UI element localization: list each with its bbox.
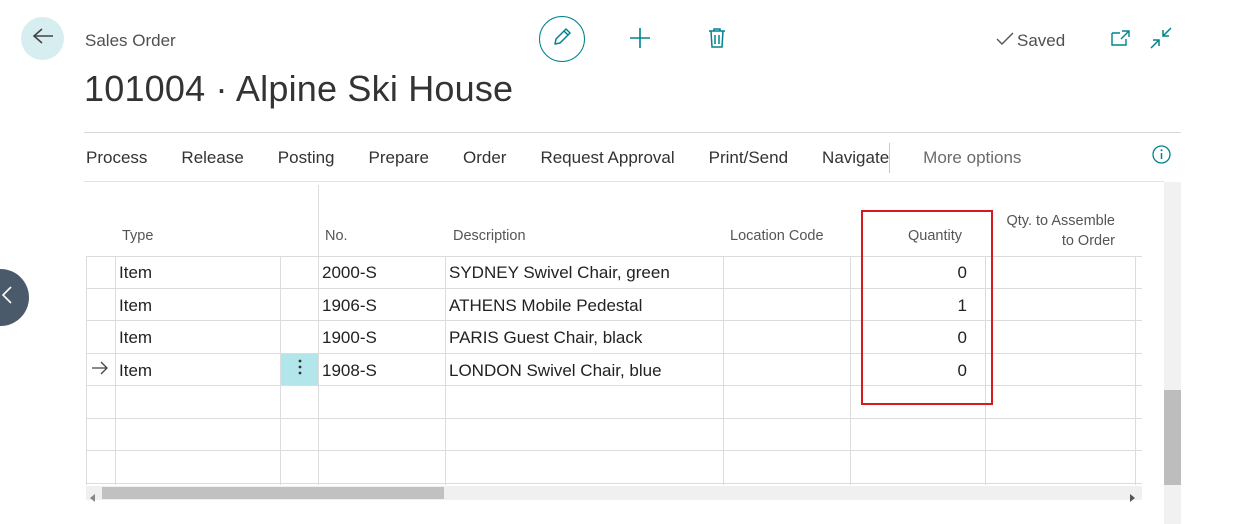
vertical-ellipsis-icon (297, 358, 303, 381)
column-header-type[interactable]: Type (122, 228, 153, 244)
column-header-qty-to-assemble[interactable]: Qty. to Assemble to Order (995, 211, 1115, 251)
column-header-description[interactable]: Description (453, 228, 526, 244)
row-no[interactable]: 2000-S (322, 263, 377, 283)
scroll-right-arrow-icon[interactable] (1130, 489, 1136, 507)
arrow-right-icon (91, 360, 109, 380)
column-header-qty-to-assemble-line2: to Order (1061, 233, 1115, 249)
grid-divider (318, 185, 319, 485)
vertical-scrollbar-thumb[interactable] (1164, 390, 1181, 485)
column-header-qty-to-assemble-line1: Qty. to Assemble (1006, 213, 1115, 229)
row-no[interactable]: 1908-S (322, 361, 377, 381)
row-description[interactable]: SYDNEY Swivel Chair, green (449, 263, 670, 283)
grid-row-divider (86, 418, 1142, 419)
row-type[interactable]: Item (119, 296, 152, 316)
row-no[interactable]: 1900-S (322, 328, 377, 348)
row-no[interactable]: 1906-S (322, 296, 377, 316)
row-description[interactable]: LONDON Swivel Chair, blue (449, 361, 662, 381)
horizontal-scrollbar-thumb[interactable] (102, 487, 444, 499)
sales-lines-grid: Type No. Description Location Code Quant… (0, 0, 1238, 524)
row-actions-button[interactable] (281, 354, 318, 385)
scroll-left-arrow-icon[interactable] (90, 489, 96, 507)
quantity-highlight-box (861, 210, 993, 405)
row-description[interactable]: ATHENS Mobile Pedestal (449, 296, 642, 316)
row-type[interactable]: Item (119, 328, 152, 348)
row-type[interactable]: Item (119, 263, 152, 283)
grid-row-divider (86, 483, 1142, 484)
chevron-left-icon (1, 286, 12, 309)
row-description[interactable]: PARIS Guest Chair, black (449, 328, 642, 348)
column-header-no[interactable]: No. (325, 228, 348, 244)
column-header-location-code[interactable]: Location Code (730, 228, 824, 244)
row-type[interactable]: Item (119, 361, 152, 381)
grid-row-divider (86, 450, 1142, 451)
